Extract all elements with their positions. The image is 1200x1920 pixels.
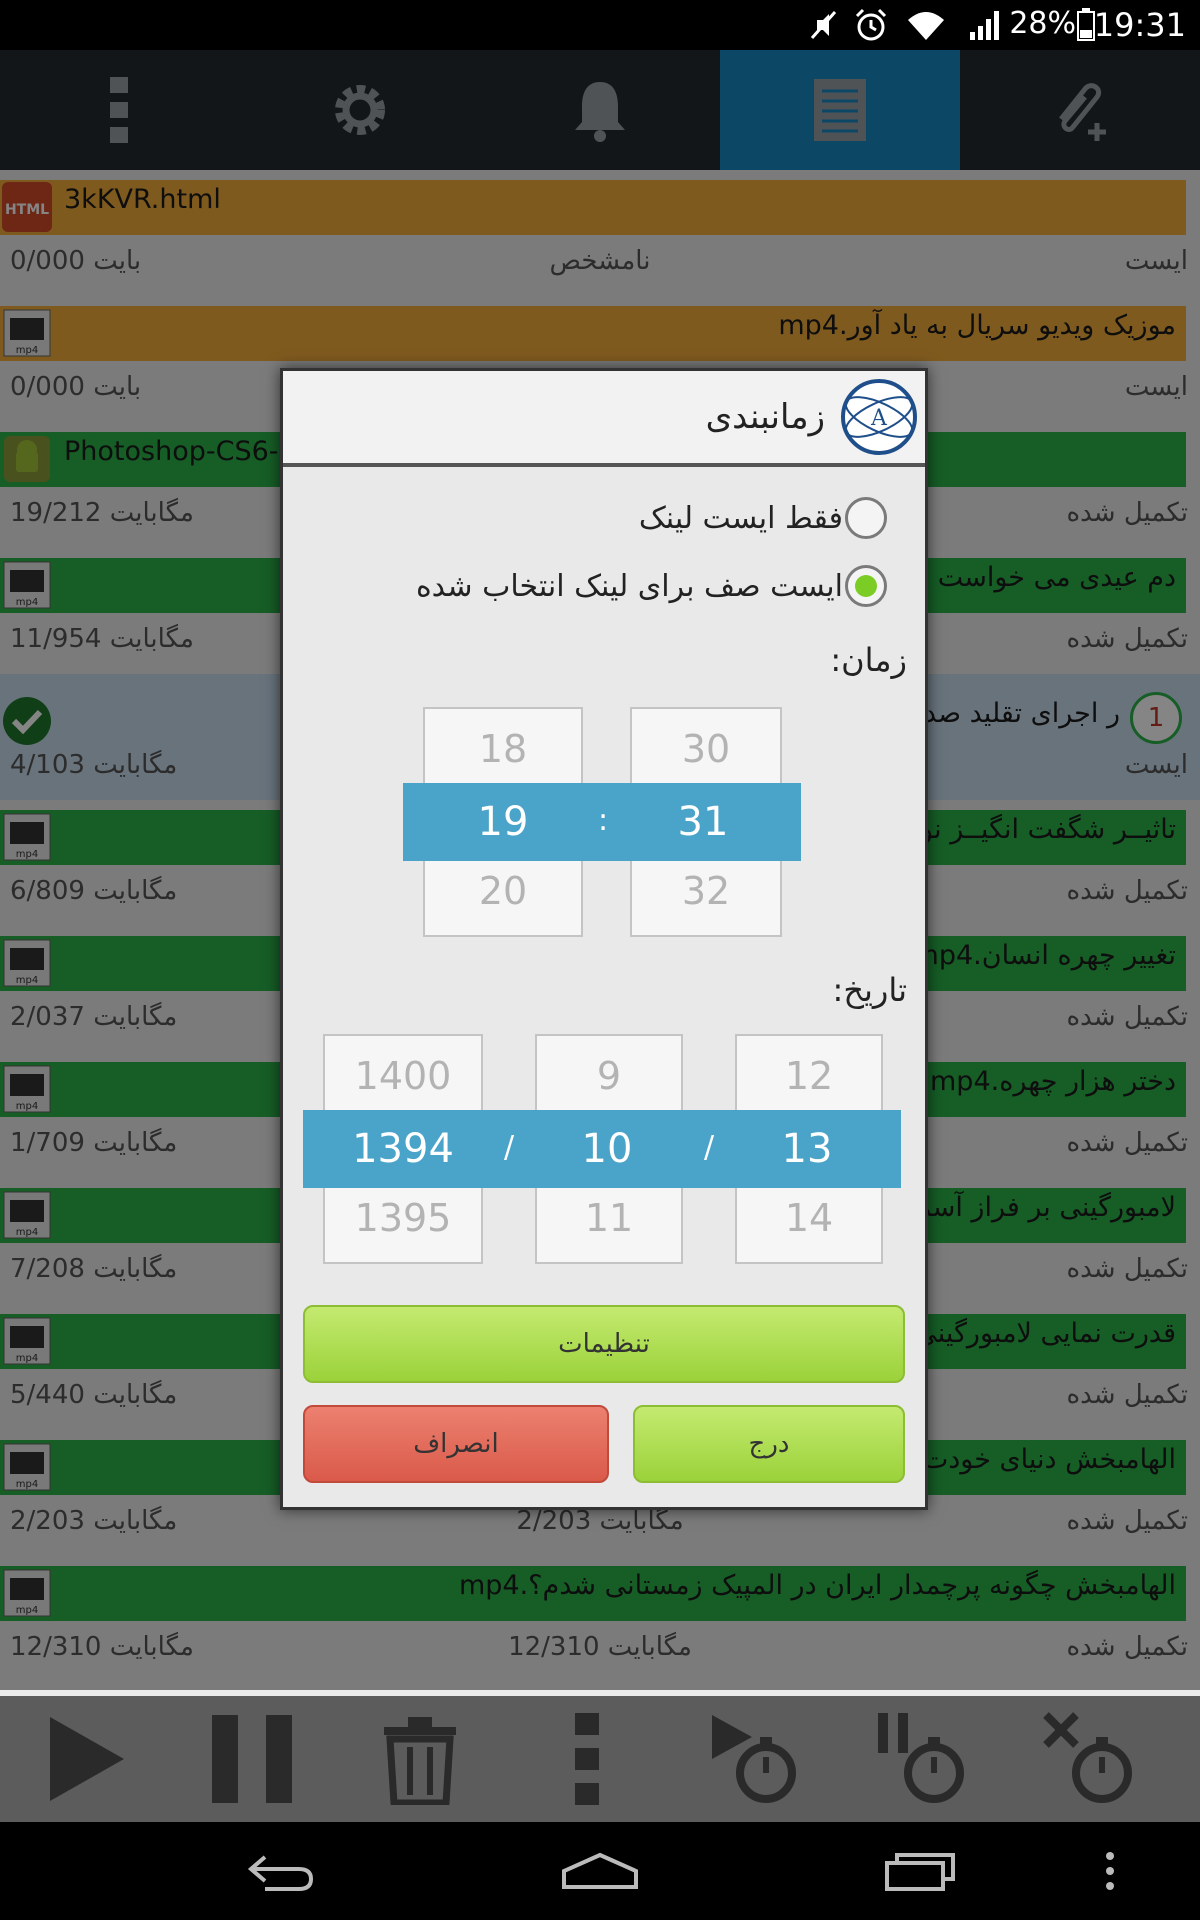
- timer-play-icon: [712, 1715, 796, 1803]
- radio-label: ایست صف برای لینک انتخاب شده: [415, 568, 843, 604]
- back-arrow-icon: [247, 1855, 314, 1891]
- year-next[interactable]: 1395: [325, 1196, 481, 1240]
- status-bar: 28% 19:31: [0, 0, 1200, 50]
- hour-prev[interactable]: 18: [425, 727, 581, 771]
- time-selection-band: 19 : 31: [403, 783, 801, 861]
- schedule-pause-button[interactable]: [840, 1696, 1008, 1822]
- wifi-icon: [908, 12, 944, 40]
- schedule-start-button[interactable]: [672, 1696, 840, 1822]
- radio-label: فقط ایست لینک: [638, 500, 843, 536]
- insert-button[interactable]: درج: [633, 1405, 905, 1483]
- hour-current[interactable]: 19: [423, 799, 583, 845]
- more-vert-icon: [575, 1713, 599, 1805]
- delete-button[interactable]: [336, 1696, 504, 1822]
- recent-apps-icon: [885, 1853, 955, 1891]
- trash-icon: [384, 1717, 456, 1805]
- svg-text:A: A: [870, 406, 888, 431]
- schedule-stop-button[interactable]: [1008, 1696, 1176, 1822]
- dialog-title: زمانبندی: [705, 397, 825, 437]
- signal-icon: [970, 11, 999, 40]
- back-button[interactable]: [180, 1822, 380, 1920]
- recent-apps-button[interactable]: [820, 1822, 1020, 1920]
- date-selection-band: 1394 / 10 / 13: [303, 1110, 901, 1188]
- year-current[interactable]: 1394: [323, 1126, 483, 1172]
- app-logo-icon: A: [841, 379, 917, 455]
- settings-button[interactable]: تنظیمات: [303, 1305, 905, 1383]
- timer-cancel-icon: [1043, 1712, 1132, 1803]
- minute-next[interactable]: 32: [632, 869, 780, 913]
- radio-button-selected[interactable]: [845, 565, 887, 607]
- radio-stop-link-only[interactable]: فقط ایست لینک: [639, 493, 887, 543]
- mute-icon: [810, 11, 837, 39]
- system-nav-bar: [0, 1822, 1200, 1920]
- day-current[interactable]: 13: [735, 1126, 879, 1172]
- pause-icon: [212, 1715, 292, 1803]
- date-separator: /: [503, 1130, 515, 1165]
- more-vert-icon: [1106, 1852, 1114, 1890]
- hour-next[interactable]: 20: [425, 869, 581, 913]
- play-button[interactable]: [0, 1696, 168, 1822]
- dialog-header: A زمانبندی: [283, 371, 925, 467]
- radio-button[interactable]: [845, 497, 887, 539]
- radio-stop-queue[interactable]: ایست صف برای لینک انتخاب شده: [416, 561, 887, 611]
- day-next[interactable]: 14: [737, 1196, 881, 1240]
- minute-prev[interactable]: 30: [632, 727, 780, 771]
- minute-current[interactable]: 31: [629, 799, 777, 845]
- battery-percent: 28%: [1009, 6, 1076, 41]
- time-separator: :: [597, 803, 609, 838]
- home-button[interactable]: [500, 1822, 700, 1920]
- month-next[interactable]: 11: [537, 1196, 681, 1240]
- schedule-dialog: A زمانبندی فقط ایست لینک ایست صف برای لی…: [280, 368, 928, 1510]
- day-prev[interactable]: 12: [737, 1054, 881, 1098]
- home-icon: [562, 1852, 638, 1889]
- date-label: تاریخ:: [832, 971, 907, 1009]
- year-prev[interactable]: 1400: [325, 1054, 481, 1098]
- month-current[interactable]: 10: [535, 1126, 679, 1172]
- more-actions-button[interactable]: [504, 1696, 672, 1822]
- play-icon: [50, 1717, 124, 1801]
- month-prev[interactable]: 9: [537, 1054, 681, 1098]
- alarm-icon: [855, 8, 887, 41]
- timer-pause-icon: [878, 1713, 964, 1803]
- pause-button[interactable]: [168, 1696, 336, 1822]
- bottom-action-bar: [0, 1696, 1200, 1822]
- clock: 19:31: [1093, 6, 1186, 44]
- time-label: زمان:: [830, 641, 907, 679]
- overflow-menu-button[interactable]: [1010, 1822, 1200, 1920]
- cancel-button[interactable]: انصراف: [303, 1405, 609, 1483]
- date-separator: /: [703, 1130, 715, 1165]
